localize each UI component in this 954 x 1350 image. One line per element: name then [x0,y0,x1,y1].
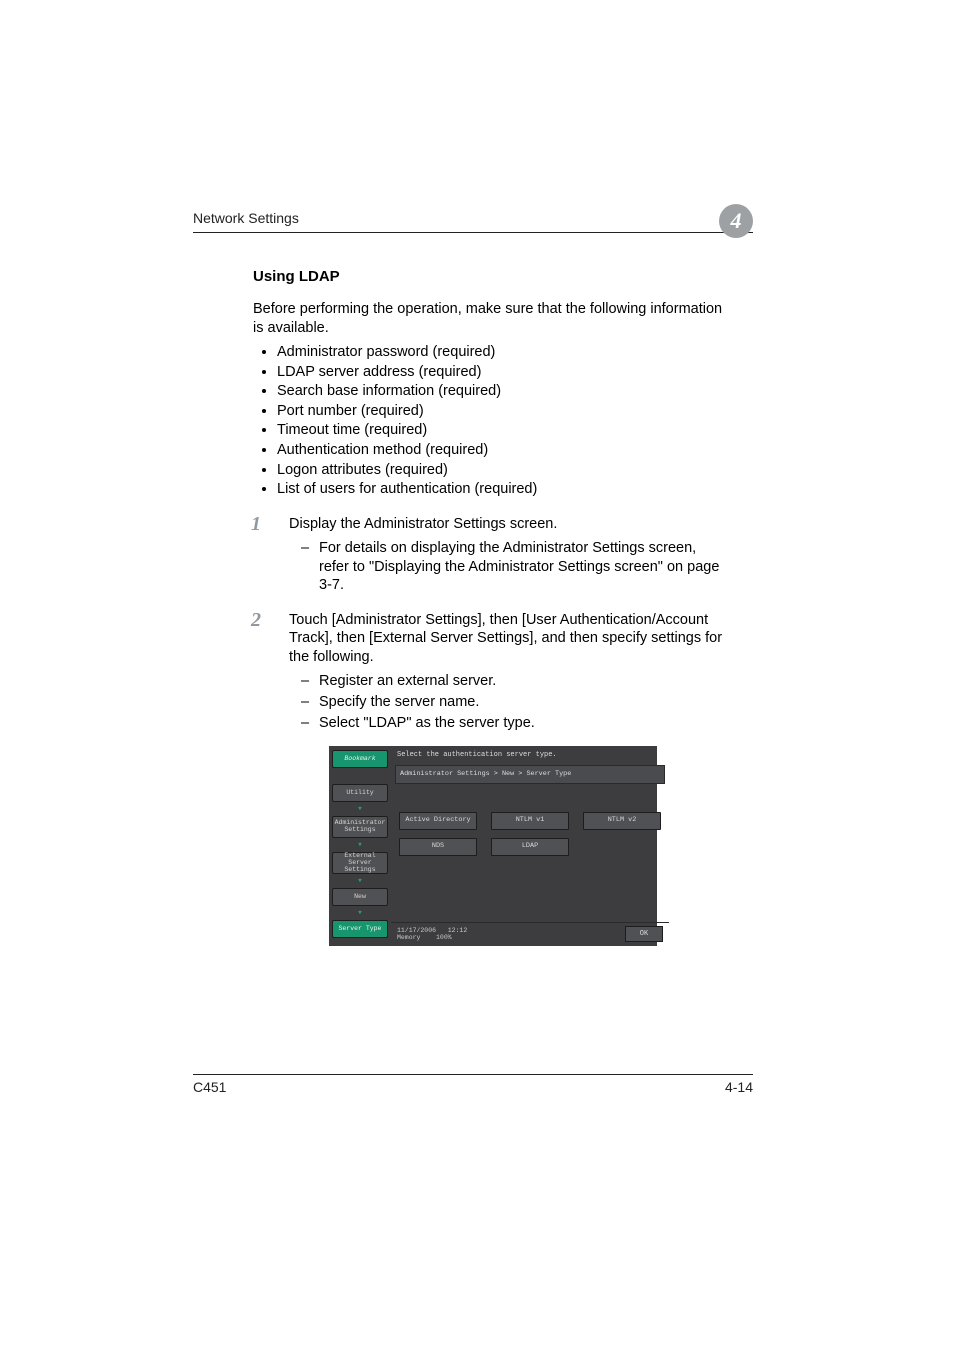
intro-paragraph: Before performing the operation, make su… [253,300,725,337]
running-header: Network Settings [193,210,753,226]
sidebar-item-server-type[interactable]: Server Type [332,920,388,938]
sidebar-item-external-server[interactable]: External Server Settings [332,852,388,874]
list-item: Authentication method (required) [277,441,725,460]
option-ntlm-v1[interactable]: NTLM v1 [491,812,569,830]
option-ldap[interactable]: LDAP [491,838,569,856]
dash-icon: – [301,539,309,558]
header-rule [193,232,753,233]
dash-icon: – [301,672,309,691]
sidebar-item-admin-settings[interactable]: Administrator Settings [332,816,388,838]
bookmark-button[interactable]: Bookmark [332,750,388,768]
chevron-down-icon: ▾ [333,877,387,885]
list-item: LDAP server address (required) [277,363,725,382]
list-item: Timeout time (required) [277,421,725,440]
screenshot-status-bar: 11/17/2006 12:12 Memory 100% OK [391,922,669,946]
substep-text: Select "LDAP" as the server type. [319,715,535,731]
step-number: 2 [251,608,261,634]
device-screenshot: Bookmark Utility ▾ Administrator Setting… [329,746,657,946]
footer-model: C451 [193,1079,226,1095]
list-item: List of users for authentication (requir… [277,480,725,499]
chevron-down-icon: ▾ [333,841,387,849]
step-2-detail: – Register an external server. [253,672,725,691]
spacer [583,838,661,856]
list-item: Port number (required) [277,402,725,421]
option-nds[interactable]: NDS [399,838,477,856]
step-1-detail: – For details on displaying the Administ… [253,539,725,595]
screenshot-sidebar: Bookmark Utility ▾ Administrator Setting… [329,746,391,946]
dash-icon: – [301,693,309,712]
step-1: 1 Display the Administrator Settings scr… [253,515,725,534]
step-2-detail: – Select "LDAP" as the server type. [253,714,725,733]
chevron-down-icon: ▾ [333,805,387,813]
status-info: 11/17/2006 12:12 Memory 100% [397,927,467,941]
list-item: Search base information (required) [277,382,725,401]
footer-rule [193,1074,753,1075]
substep-text: Specify the server name. [319,694,479,710]
sidebar-item-new[interactable]: New [332,888,388,906]
step-2-detail: – Specify the server name. [253,693,725,712]
status-date: 11/17/2006 [397,927,436,934]
sidebar-item-utility[interactable]: Utility [332,784,388,802]
option-ntlm-v2[interactable]: NTLM v2 [583,812,661,830]
substep-text: Register an external server. [319,673,496,689]
option-active-directory[interactable]: Active Directory [399,812,477,830]
section-heading: Using LDAP [253,267,725,286]
status-memory-label: Memory [397,934,420,941]
footer-page-number: 4-14 [725,1079,753,1095]
requirements-list: Administrator password (required) LDAP s… [253,343,725,498]
screenshot-title: Select the authentication server type. [391,746,669,763]
list-item: Administrator password (required) [277,343,725,362]
ok-button[interactable]: OK [625,926,663,942]
status-time: 12:12 [448,927,468,934]
step-text: Display the Administrator Settings scree… [289,516,557,532]
chapter-number-badge: 4 [719,204,753,238]
list-item: Logon attributes (required) [277,461,725,480]
chevron-down-icon: ▾ [333,909,387,917]
status-memory-value: 100% [436,934,452,941]
dash-icon: – [301,714,309,733]
step-2: 2 Touch [Administrator Settings], then [… [253,611,725,667]
screenshot-main: Select the authentication server type. A… [391,746,669,946]
step-text: Touch [Administrator Settings], then [Us… [289,612,722,665]
step-number: 1 [251,512,261,538]
breadcrumb: Administrator Settings > New > Server Ty… [395,765,665,784]
server-type-options: Active Directory NTLM v1 NTLM v2 NDS LDA… [391,784,669,922]
substep-text: For details on displaying the Administra… [319,540,719,593]
